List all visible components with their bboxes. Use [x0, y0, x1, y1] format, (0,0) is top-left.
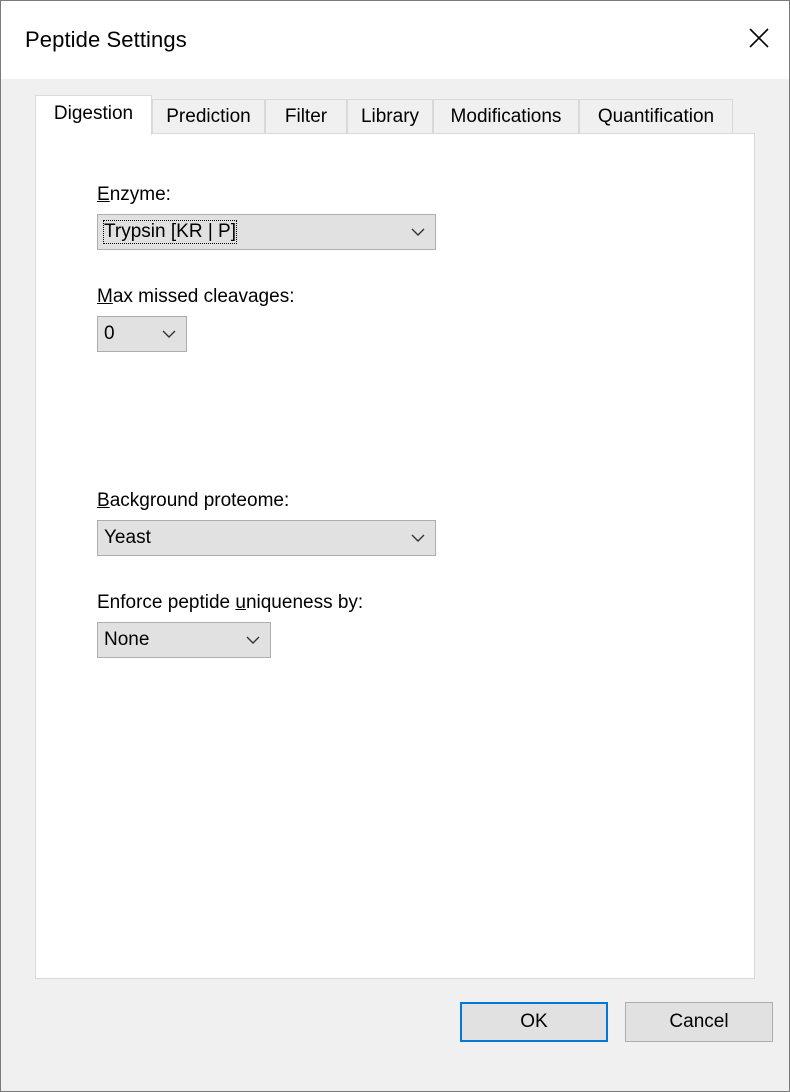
digestion-panel: Enzyme: Trypsin [KR | P] Max missed clea… [35, 133, 755, 979]
peptide-settings-dialog: Peptide Settings Digestion Prediction Fi… [0, 0, 790, 1092]
max-missed-cleavages-value: 0 [104, 323, 115, 344]
chevron-down-icon [245, 633, 261, 647]
background-proteome-label-rest: ackground proteome: [109, 490, 290, 511]
max-missed-cleavages-label-rest: ax missed cleavages: [112, 286, 295, 307]
chevron-down-icon [161, 327, 177, 341]
tab-prediction[interactable]: Prediction [152, 99, 265, 133]
background-proteome-label: Background proteome: [97, 490, 289, 512]
enzyme-label-mnemonic: E [97, 184, 110, 205]
background-proteome-dropdown[interactable]: Yeast [97, 520, 436, 556]
chevron-down-icon [410, 531, 426, 545]
enzyme-label-rest: nzyme: [109, 184, 171, 205]
max-missed-cleavages-label: Max missed cleavages: [97, 286, 294, 308]
ok-button[interactable]: OK [460, 1002, 608, 1042]
uniqueness-label-rest: niqueness by: [245, 592, 364, 613]
tab-quantification[interactable]: Quantification [579, 99, 733, 133]
max-missed-cleavages-dropdown[interactable]: 0 [97, 316, 187, 352]
tab-filter[interactable]: Filter [265, 99, 347, 133]
tab-library[interactable]: Library [347, 99, 433, 133]
enzyme-label: Enzyme: [97, 184, 171, 206]
close-icon [748, 27, 770, 54]
enzyme-value: Trypsin [KR | P] [102, 219, 238, 245]
chevron-down-icon [410, 225, 426, 239]
uniqueness-dropdown[interactable]: None [97, 622, 271, 658]
max-missed-cleavages-mnemonic: M [97, 286, 113, 307]
uniqueness-value: None [104, 629, 150, 650]
close-button[interactable] [729, 1, 789, 79]
tab-modifications[interactable]: Modifications [433, 99, 579, 133]
uniqueness-label-start: Enforce peptide [97, 592, 236, 613]
title-bar: Peptide Settings [1, 1, 789, 79]
cancel-button[interactable]: Cancel [625, 1002, 773, 1042]
background-proteome-value: Yeast [104, 527, 151, 548]
background-proteome-mnemonic: B [97, 490, 110, 511]
uniqueness-label: Enforce peptide uniqueness by: [97, 592, 363, 614]
uniqueness-mnemonic: u [235, 592, 246, 613]
dialog-title: Peptide Settings [25, 27, 187, 52]
enzyme-dropdown[interactable]: Trypsin [KR | P] [97, 214, 436, 250]
tab-digestion[interactable]: Digestion [35, 95, 152, 135]
